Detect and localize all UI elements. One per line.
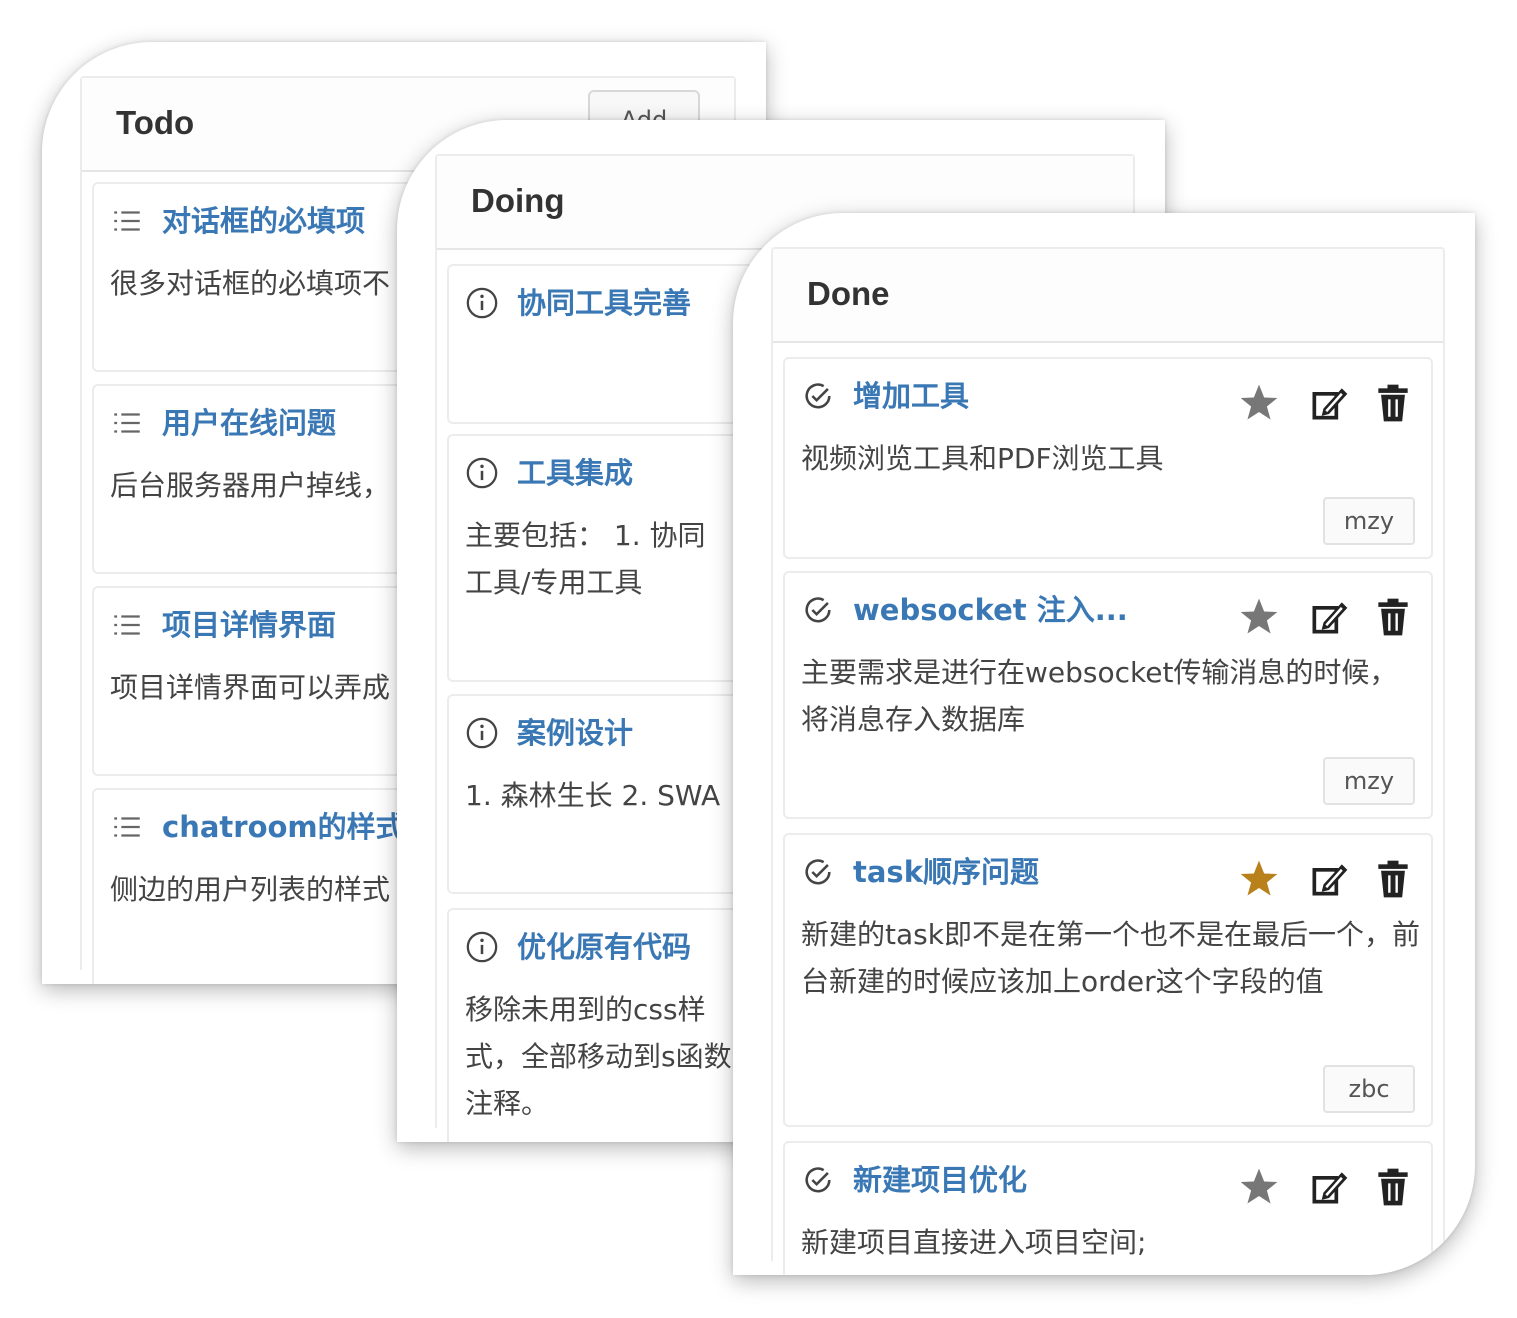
edit-icon[interactable] bbox=[1307, 857, 1351, 901]
todo-column-title: Todo bbox=[116, 104, 195, 141]
card-title[interactable]: websocket 注入... bbox=[853, 587, 1128, 629]
card-title[interactable]: 对话框的必填项 bbox=[162, 198, 365, 240]
list-icon bbox=[114, 413, 140, 433]
card-title[interactable]: 用户在线问题 bbox=[162, 400, 336, 442]
doing-column-title: Doing bbox=[471, 182, 565, 219]
card-description: 主要包括： 1. 协同工具/专用工具 bbox=[465, 519, 706, 599]
done-card[interactable]: 增加工具 视频浏览工具和PDF浏览工具 mzy bbox=[783, 357, 1433, 559]
check-circle-icon bbox=[805, 597, 831, 623]
list-icon bbox=[114, 615, 140, 635]
card-actions bbox=[1237, 857, 1413, 901]
check-circle-icon bbox=[805, 1167, 831, 1193]
star-icon[interactable] bbox=[1237, 381, 1281, 425]
card-title[interactable]: 工具集成 bbox=[517, 450, 633, 492]
list-icon bbox=[114, 817, 140, 837]
card-title[interactable]: 新建项目优化 bbox=[853, 1157, 1027, 1199]
card-description: 新建项目直接进入项目空间; bbox=[801, 1226, 1147, 1259]
check-circle-icon bbox=[805, 383, 831, 409]
card-title[interactable]: task顺序问题 bbox=[853, 849, 1039, 891]
info-circle-icon bbox=[466, 931, 498, 963]
trash-icon[interactable] bbox=[1371, 595, 1415, 639]
edit-icon[interactable] bbox=[1307, 595, 1351, 639]
card-title[interactable]: 优化原有代码 bbox=[517, 924, 691, 966]
done-card[interactable]: 新建项目优化 新建项目直接进入项目空间; bbox=[783, 1141, 1433, 1275]
trash-icon[interactable] bbox=[1371, 1165, 1415, 1209]
check-circle-icon bbox=[805, 859, 831, 885]
done-column-panel: Done 增加工具 视频浏览工具和PDF浏览工具 mzy websocket 注… bbox=[733, 213, 1475, 1275]
card-title[interactable]: 增加工具 bbox=[853, 373, 969, 415]
done-column-header: Done bbox=[773, 249, 1443, 343]
done-column: Done 增加工具 视频浏览工具和PDF浏览工具 mzy websocket 注… bbox=[771, 247, 1445, 1275]
card-title[interactable]: 案例设计 bbox=[517, 710, 633, 752]
assignee-badge: zbc bbox=[1323, 1065, 1415, 1113]
card-description: 视频浏览工具和PDF浏览工具 bbox=[801, 442, 1164, 475]
card-description: 移除未用到的css样式，全部移动到s函数注释。 bbox=[465, 993, 732, 1120]
trash-icon[interactable] bbox=[1371, 857, 1415, 901]
list-icon bbox=[114, 211, 140, 231]
assignee-badge: mzy bbox=[1323, 497, 1415, 545]
card-description: 新建的task即不是在第一个也不是在最后一个，前台新建的时候应该加上order这… bbox=[801, 918, 1420, 998]
card-actions bbox=[1237, 381, 1413, 425]
assignee-badge: mzy bbox=[1323, 757, 1415, 805]
card-title[interactable]: 项目详情界面 bbox=[162, 602, 336, 644]
card-title[interactable]: 协同工具完善 bbox=[517, 280, 691, 322]
done-column-title: Done bbox=[807, 275, 890, 312]
star-icon[interactable] bbox=[1237, 1165, 1281, 1209]
info-circle-icon bbox=[466, 717, 498, 749]
trash-icon[interactable] bbox=[1371, 381, 1415, 425]
info-circle-icon bbox=[466, 287, 498, 319]
star-icon[interactable] bbox=[1237, 857, 1281, 901]
card-actions bbox=[1237, 595, 1413, 639]
card-title[interactable]: chatroom的样式 bbox=[162, 804, 405, 846]
card-actions bbox=[1237, 1165, 1413, 1209]
card-description: 主要需求是进行在websocket传输消息的时候，将消息存入数据库 bbox=[801, 656, 1398, 736]
info-circle-icon bbox=[466, 457, 498, 489]
edit-icon[interactable] bbox=[1307, 1165, 1351, 1209]
done-card[interactable]: task顺序问题 新建的task即不是在第一个也不是在最后一个，前台新建的时候应… bbox=[783, 833, 1433, 1127]
star-icon[interactable] bbox=[1237, 595, 1281, 639]
edit-icon[interactable] bbox=[1307, 381, 1351, 425]
done-card[interactable]: websocket 注入... 主要需求是进行在websocket传输消息的时候… bbox=[783, 571, 1433, 819]
